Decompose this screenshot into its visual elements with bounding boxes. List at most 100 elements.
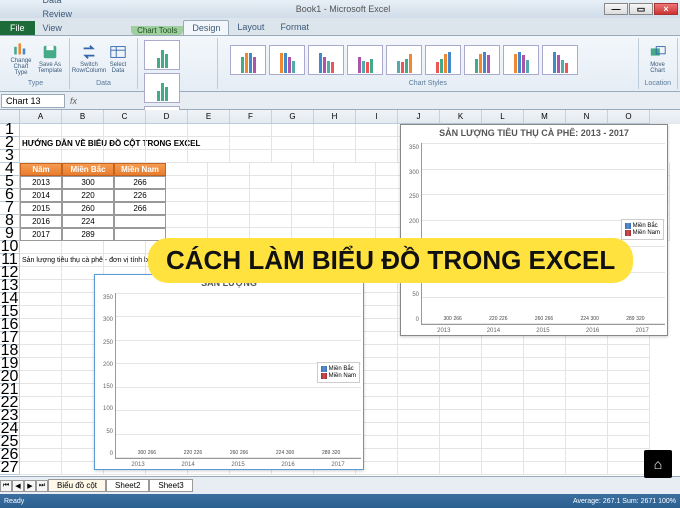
cell[interactable]	[230, 150, 272, 163]
cell[interactable]	[440, 423, 482, 436]
cell[interactable]	[566, 449, 608, 462]
cell[interactable]	[20, 410, 62, 423]
cell[interactable]	[398, 358, 440, 371]
cell[interactable]	[608, 410, 650, 423]
style-thumb[interactable]	[386, 45, 422, 75]
cell[interactable]	[208, 189, 250, 202]
style-thumb[interactable]	[230, 45, 266, 75]
cell[interactable]	[524, 358, 566, 371]
cell[interactable]	[482, 436, 524, 449]
cell[interactable]	[146, 124, 188, 137]
cell[interactable]	[166, 202, 208, 215]
cell[interactable]	[482, 449, 524, 462]
style-thumb[interactable]	[503, 45, 539, 75]
cell[interactable]	[230, 137, 272, 150]
cell[interactable]	[566, 345, 608, 358]
cell[interactable]	[292, 215, 334, 228]
cell[interactable]: 289	[62, 228, 114, 241]
cell[interactable]	[272, 150, 314, 163]
column-header[interactable]: A	[20, 110, 62, 124]
column-header[interactable]: B	[62, 110, 104, 124]
cell[interactable]	[440, 436, 482, 449]
cell[interactable]	[62, 254, 104, 267]
cell[interactable]	[608, 358, 650, 371]
ribbon-tab-view[interactable]: View	[35, 21, 102, 35]
save-template-button[interactable]: Save As Template	[37, 40, 63, 76]
cell[interactable]: 2014	[20, 189, 62, 202]
cell[interactable]	[20, 384, 62, 397]
switch-row-col-button[interactable]: Switch Row/Column	[76, 40, 102, 76]
cell[interactable]	[20, 241, 62, 254]
cell[interactable]	[166, 176, 208, 189]
cell[interactable]	[20, 397, 62, 410]
cell[interactable]	[20, 293, 62, 306]
chart-tools-tab-design[interactable]: Design	[183, 20, 229, 35]
cell[interactable]	[250, 215, 292, 228]
cell[interactable]	[566, 384, 608, 397]
cell[interactable]: 300	[62, 176, 114, 189]
cell[interactable]	[20, 358, 62, 371]
cell[interactable]	[146, 150, 188, 163]
select-data-button[interactable]: Select Data	[105, 40, 131, 76]
cell[interactable]	[566, 436, 608, 449]
column-header[interactable]: K	[440, 110, 482, 124]
cell[interactable]	[440, 410, 482, 423]
cell[interactable]	[208, 215, 250, 228]
cell[interactable]	[566, 371, 608, 384]
cell[interactable]	[524, 462, 566, 475]
cell[interactable]	[398, 449, 440, 462]
cell[interactable]	[272, 124, 314, 137]
cell[interactable]	[608, 384, 650, 397]
cell[interactable]	[482, 410, 524, 423]
cell[interactable]	[292, 176, 334, 189]
cell[interactable]	[314, 150, 356, 163]
column-header[interactable]: J	[398, 110, 440, 124]
cell[interactable]	[440, 345, 482, 358]
cell[interactable]	[20, 345, 62, 358]
cell[interactable]: Miền Nam	[114, 163, 166, 176]
style-thumb[interactable]	[542, 45, 578, 75]
cell[interactable]	[398, 345, 440, 358]
cell[interactable]	[314, 137, 356, 150]
cell[interactable]	[356, 150, 398, 163]
chart-styles-gallery[interactable]	[224, 40, 632, 80]
cell[interactable]	[20, 306, 62, 319]
cell[interactable]	[292, 163, 334, 176]
cell[interactable]	[608, 345, 650, 358]
chart-legend[interactable]: Miền BắcMiền Nam	[621, 219, 664, 240]
cell[interactable]	[524, 345, 566, 358]
cell[interactable]	[20, 150, 62, 163]
chart-tools-tab-format[interactable]: Format	[272, 20, 317, 35]
cell[interactable]: 226	[114, 189, 166, 202]
cell[interactable]: 2016	[20, 215, 62, 228]
column-header[interactable]: M	[524, 110, 566, 124]
column-header[interactable]: H	[314, 110, 356, 124]
style-thumb[interactable]	[347, 45, 383, 75]
cell[interactable]	[20, 319, 62, 332]
style-thumb[interactable]	[269, 45, 305, 75]
cell[interactable]: 266	[114, 176, 166, 189]
style-thumb[interactable]	[425, 45, 461, 75]
cell[interactable]	[104, 241, 146, 254]
chart-title[interactable]: SẢN LƯỢNG TIÊU THỤ CÀ PHÊ: 2013 - 2017	[401, 125, 667, 141]
cell[interactable]	[524, 371, 566, 384]
cell[interactable]	[208, 163, 250, 176]
cell[interactable]	[566, 397, 608, 410]
cell[interactable]	[482, 345, 524, 358]
cell[interactable]	[482, 423, 524, 436]
cell[interactable]	[608, 423, 650, 436]
column-header[interactable]: C	[104, 110, 146, 124]
cell[interactable]	[104, 150, 146, 163]
cell[interactable]	[334, 163, 376, 176]
cell[interactable]: 266	[114, 202, 166, 215]
cell[interactable]	[250, 189, 292, 202]
change-chart-type-button[interactable]: Change Chart Type	[8, 40, 34, 76]
cell[interactable]	[62, 150, 104, 163]
cell[interactable]	[314, 124, 356, 137]
cell[interactable]	[482, 358, 524, 371]
cell[interactable]	[20, 423, 62, 436]
row-header[interactable]: 27	[0, 462, 20, 475]
cell[interactable]	[292, 202, 334, 215]
cell[interactable]	[566, 462, 608, 475]
cell[interactable]: 224	[62, 215, 114, 228]
